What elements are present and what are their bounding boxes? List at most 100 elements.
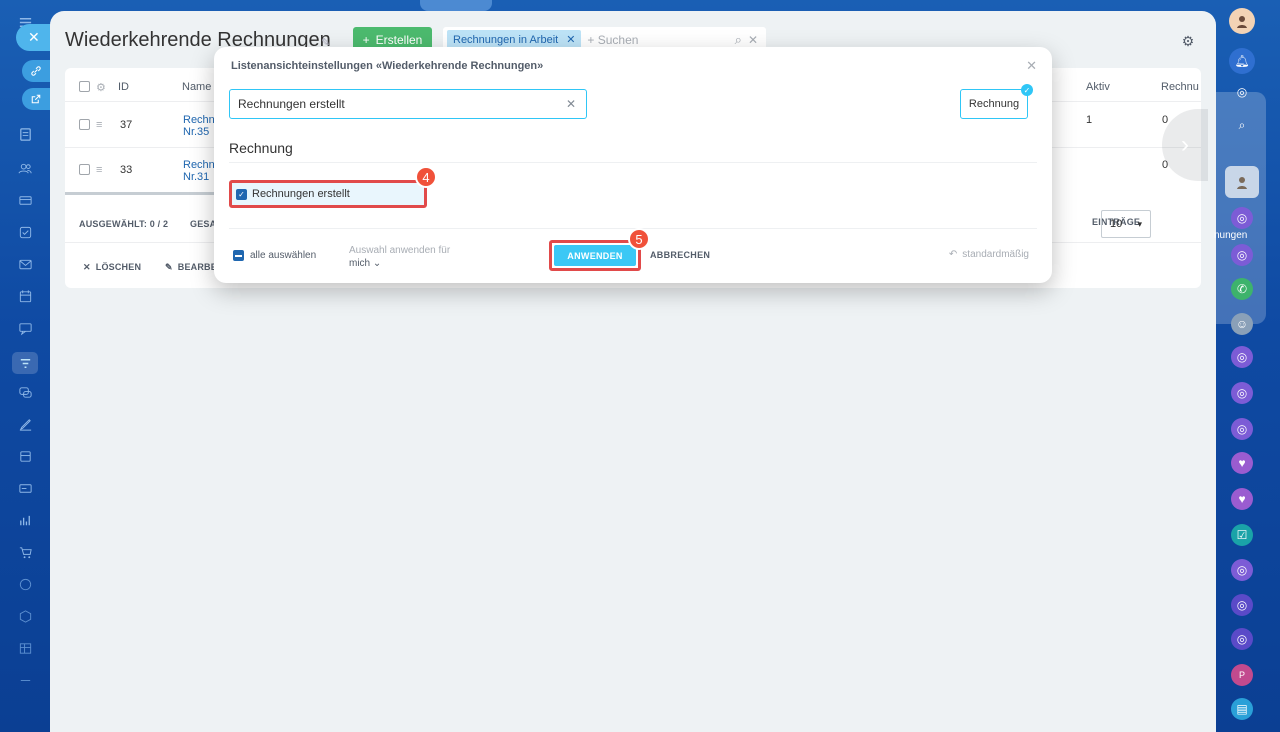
documents-icon[interactable] bbox=[17, 126, 33, 142]
grid-settings-icon[interactable]: ⚙ bbox=[96, 81, 106, 94]
open-channel-icon[interactable]: ◎ bbox=[1231, 418, 1253, 440]
row-id: 37 bbox=[120, 119, 133, 131]
row-aktiv: 1 bbox=[1086, 114, 1093, 126]
open-channel-icon[interactable]: ◎ bbox=[1231, 594, 1253, 616]
analytics-icon[interactable] bbox=[17, 512, 33, 528]
cards-icon[interactable] bbox=[17, 480, 33, 496]
column-header-id[interactable]: ID bbox=[118, 81, 129, 93]
open-channel-icon[interactable]: ◎ bbox=[1231, 559, 1253, 581]
delete-label: LÖSCHEN bbox=[95, 262, 142, 272]
messages-icon[interactable] bbox=[17, 384, 33, 400]
tasks-icon[interactable] bbox=[17, 224, 33, 240]
select-all-toggle[interactable]: alle auswählen bbox=[233, 250, 316, 261]
copilot-icon[interactable]: ◎ bbox=[1229, 79, 1255, 105]
open-channel-icon[interactable]: ◎ bbox=[1231, 207, 1253, 229]
store-icon[interactable] bbox=[17, 448, 33, 464]
drag-handle-icon[interactable]: ≡ bbox=[96, 164, 102, 176]
open-channel-icon[interactable]: ◎ bbox=[1231, 244, 1253, 266]
more-icon[interactable] bbox=[17, 672, 33, 688]
field-search-input[interactable]: Rechnungen erstellt ✕ bbox=[229, 89, 587, 119]
row-name-link[interactable]: Rechn bbox=[183, 159, 215, 171]
column-header-name[interactable]: Name bbox=[182, 81, 211, 93]
edit-label: BEARBE bbox=[177, 262, 217, 272]
drag-handle-icon[interactable]: ≡ bbox=[96, 119, 102, 131]
heart-chat-icon[interactable]: ♥ bbox=[1231, 452, 1253, 474]
clear-search-icon[interactable]: ✕ bbox=[748, 33, 758, 47]
clear-icon[interactable]: ✕ bbox=[566, 97, 576, 111]
column-header-rechnung[interactable]: Rechnu bbox=[1161, 81, 1199, 93]
chat-bubble-icon[interactable]: ▤ bbox=[1231, 698, 1253, 720]
undo-icon: ↶ bbox=[948, 249, 958, 260]
close-icon[interactable]: ✕ bbox=[1026, 58, 1037, 74]
step-badge-4: 4 bbox=[415, 166, 437, 188]
heart-chat-icon[interactable]: ♥ bbox=[1231, 488, 1253, 510]
section-tag-button[interactable]: Rechnung ✓ bbox=[960, 84, 1033, 119]
contacts-icon[interactable] bbox=[17, 160, 33, 176]
open-channel-icon[interactable]: ◎ bbox=[1231, 628, 1253, 650]
field-checkbox-option[interactable]: ✓ Rechnungen erstellt bbox=[229, 180, 427, 208]
apply-for-value[interactable]: mich ⌄ bbox=[349, 258, 450, 269]
delete-action[interactable]: ✕ LÖSCHEN bbox=[83, 262, 141, 273]
contact-avatar[interactable] bbox=[1225, 166, 1259, 198]
search-icon[interactable]: ⌕ bbox=[735, 32, 742, 48]
indeterminate-checkbox-icon[interactable] bbox=[233, 250, 244, 261]
row-name-link-2[interactable]: Nr.31 bbox=[183, 171, 209, 183]
mail-icon[interactable] bbox=[17, 256, 33, 272]
plus-icon: + bbox=[362, 32, 370, 47]
row-name-link-2[interactable]: Nr.35 bbox=[183, 126, 209, 138]
copy-link-icon[interactable] bbox=[22, 60, 50, 82]
search-input[interactable]: + Suchen bbox=[587, 33, 734, 47]
cart-icon[interactable] bbox=[17, 544, 33, 560]
entries-per-page-select[interactable]: 10 ▾ bbox=[1101, 210, 1151, 238]
profile-initial-icon[interactable]: P bbox=[1231, 664, 1253, 686]
chevron-down-icon: ▾ bbox=[1137, 218, 1142, 229]
edit-action[interactable]: ✎ BEARBE bbox=[165, 262, 217, 273]
entries-value: 10 bbox=[1110, 218, 1123, 230]
phone-icon[interactable]: ✆ bbox=[1231, 278, 1253, 300]
table-icon[interactable] bbox=[17, 640, 33, 656]
filter-list-icon[interactable] bbox=[12, 352, 38, 374]
select-all-rows-checkbox[interactable] bbox=[79, 81, 90, 92]
dialog-title: Listenansichteinstellungen «Wiederkehren… bbox=[231, 60, 544, 72]
selected-count: AUSGEWÄHLT: 0 / 2 bbox=[79, 219, 169, 229]
group-avatar-icon[interactable]: ☺ bbox=[1231, 313, 1253, 335]
user-avatar[interactable] bbox=[1229, 8, 1255, 34]
chat-icon[interactable] bbox=[17, 320, 33, 336]
task-check-icon[interactable]: ☑ bbox=[1231, 524, 1253, 546]
close-slider-button[interactable]: ✕ bbox=[16, 24, 52, 51]
chip-remove-icon[interactable]: ✕ bbox=[566, 33, 575, 46]
list-view-settings-dialog: Listenansichteinstellungen «Wiederkehren… bbox=[214, 47, 1052, 283]
left-navigation: ✕ bbox=[0, 0, 52, 732]
total-count: GESA bbox=[190, 219, 217, 229]
inventory-icon[interactable] bbox=[17, 192, 33, 208]
apply-for-selector[interactable]: Auswahl anwenden für mich ⌄ bbox=[349, 245, 450, 269]
column-header-aktiv[interactable]: Aktiv bbox=[1086, 81, 1110, 93]
row-name-link[interactable]: Rechn bbox=[183, 114, 215, 126]
box-icon[interactable] bbox=[17, 608, 33, 624]
notifications-bell-icon[interactable]: 🔔︎ bbox=[1229, 48, 1255, 74]
checked-checkbox-icon[interactable]: ✓ bbox=[236, 188, 247, 200]
open-channel-icon[interactable]: ◎ bbox=[1231, 346, 1253, 368]
open-new-window-icon[interactable] bbox=[22, 88, 50, 110]
apply-for-value-text: mich bbox=[349, 258, 371, 269]
row-checkbox[interactable] bbox=[79, 119, 90, 130]
calendar-icon[interactable] bbox=[17, 288, 33, 304]
select-all-label: alle auswählen bbox=[250, 250, 317, 261]
top-notch bbox=[420, 0, 492, 11]
settings-gear-icon[interactable]: ⚙ bbox=[1176, 29, 1200, 53]
edit-icon: ✎ bbox=[165, 262, 173, 272]
open-channel-icon[interactable]: ◎ bbox=[1231, 382, 1253, 404]
filter-chip-label: Rechnungen in Arbeit bbox=[453, 33, 559, 46]
apply-button[interactable]: ANWENDEN bbox=[554, 245, 636, 266]
section-tag-label: Rechnung bbox=[968, 98, 1020, 110]
truncated-label: nungen bbox=[1214, 230, 1248, 241]
row-id: 33 bbox=[120, 164, 133, 176]
check-icon: ✓ bbox=[1021, 84, 1033, 96]
create-button-label: Erstellen bbox=[375, 32, 423, 47]
reset-default-button[interactable]: ↶ standardmäßig bbox=[949, 249, 1029, 260]
sign-icon[interactable] bbox=[17, 416, 33, 432]
search-chat-icon[interactable]: ⌕ bbox=[1229, 112, 1255, 138]
cancel-button[interactable]: ABBRECHEN bbox=[650, 250, 710, 260]
row-checkbox[interactable] bbox=[79, 164, 90, 175]
target-icon[interactable] bbox=[17, 576, 33, 592]
